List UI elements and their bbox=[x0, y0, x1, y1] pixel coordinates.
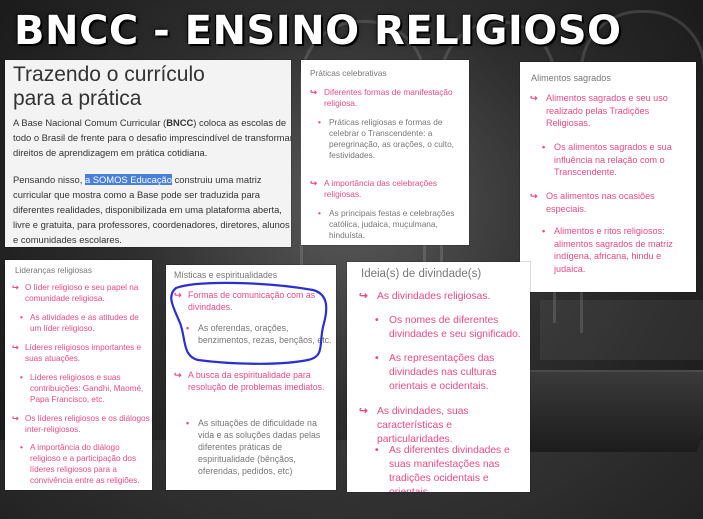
intro-paragraph-2: Pensando nisso, a SOMOS Educação constru… bbox=[13, 174, 290, 245]
bullet-icon: • bbox=[318, 208, 321, 218]
list-item: • As situações de dificuldade na vida e … bbox=[186, 418, 321, 476]
bullet-icon: • bbox=[20, 373, 23, 382]
bullet-icon: • bbox=[542, 226, 546, 236]
list-item: • As diferentes divindades e suas manife… bbox=[375, 445, 510, 492]
ideias-card: Ideia(s) de divindade(s) ↪ As divindades… bbox=[347, 262, 530, 492]
bullet-icon: • bbox=[542, 142, 546, 152]
praticas-heading: Práticas celebrativas bbox=[310, 68, 387, 78]
arrow-icon: ↪ bbox=[530, 93, 538, 103]
misticas-heading: Místicas e espiritualidades bbox=[174, 270, 278, 280]
list-item: • Os alimentos sagrados e sua influência… bbox=[542, 142, 672, 177]
intro-heading-line2: para a prática bbox=[13, 87, 142, 110]
page-title: BNCC - ENSINO RELIGIOSO bbox=[14, 8, 622, 54]
list-item: • Líderes religiosos e suas contribuiçõe… bbox=[20, 373, 144, 404]
bullet-icon: • bbox=[186, 418, 190, 428]
intro-paragraph-1: A Base Nacional Comum Curricular (BNCC) … bbox=[13, 117, 291, 158]
list-item: ↪ Líderes religiosos importantes e suas … bbox=[12, 343, 142, 363]
list-item: ↪ Formas de comunicação com as divindade… bbox=[174, 290, 316, 312]
list-item: • Os nomes de diferentes divindades e se… bbox=[375, 315, 521, 340]
arrow-icon: ↪ bbox=[310, 87, 317, 97]
bullet-icon: • bbox=[375, 353, 379, 364]
alimentos-card: Alimentos sagrados ↪ Alimentos sagrados … bbox=[520, 62, 696, 292]
intro-card: Trazendo o currículo para a prática A Ba… bbox=[5, 60, 291, 247]
list-item: ↪ O líder religioso e seu papel na comun… bbox=[12, 283, 139, 303]
list-item: ↪ A busca da espiritualidade para resolu… bbox=[174, 370, 325, 392]
list-item: • Práticas religiosas e formas de celebr… bbox=[318, 117, 454, 160]
arrow-icon: ↪ bbox=[12, 283, 19, 292]
liderancas-heading: Lideranças religiosas bbox=[15, 266, 92, 275]
liderancas-card: Lideranças religiosas ↪ O líder religios… bbox=[5, 260, 152, 490]
arrow-icon: ↪ bbox=[174, 370, 182, 380]
arrow-icon: ↪ bbox=[310, 178, 317, 188]
bullet-icon: • bbox=[375, 445, 379, 456]
list-item: ↪ Alimentos sagrados e seu uso realizado… bbox=[530, 93, 668, 128]
somos-educacao-highlight[interactable]: a SOMOS Educação bbox=[84, 174, 172, 185]
list-item: ↪ Os alimentos nas ocasiões especiais. bbox=[530, 191, 655, 214]
list-item: • As representações das divindades nas c… bbox=[375, 353, 497, 392]
list-item: ↪ A importância das celebrações religios… bbox=[310, 178, 437, 199]
bullet-icon: • bbox=[375, 315, 379, 326]
intro-heading: Trazendo o currículo para a prática bbox=[13, 63, 205, 111]
list-item: • As atividades e as atitudes de um líde… bbox=[20, 313, 139, 333]
alimentos-heading: Alimentos sagrados bbox=[531, 73, 611, 83]
intro-heading-line1: Trazendo o currículo bbox=[13, 63, 205, 86]
list-item: • As oferendas, orações, benzimentos, re… bbox=[186, 323, 332, 345]
bncc-bold: BNCC bbox=[166, 117, 194, 128]
list-item: • Alimentos e ritos religiosos: alimento… bbox=[542, 226, 673, 274]
list-item: ↪ As divindades religiosas. bbox=[359, 291, 491, 302]
ideias-heading: Ideia(s) de divindade(s) bbox=[361, 268, 482, 280]
list-item: ↪ Diferentes formas de manifestação reli… bbox=[310, 87, 453, 108]
arrow-icon: ↪ bbox=[359, 406, 368, 417]
list-item: ↪ As divindades, suas características e … bbox=[359, 406, 469, 445]
bullet-icon: • bbox=[186, 323, 190, 333]
list-item: ↪ Os líderes religiosos e os diálogos in… bbox=[12, 414, 150, 434]
praticas-card: Práticas celebrativas ↪ Diferentes forma… bbox=[301, 60, 469, 245]
arrow-icon: ↪ bbox=[530, 191, 538, 201]
arrow-icon: ↪ bbox=[12, 343, 19, 352]
misticas-card: Místicas e espiritualidades ↪ Formas de … bbox=[166, 265, 336, 490]
bullet-icon: • bbox=[20, 443, 23, 452]
list-item: • As principais festas e celebrações cat… bbox=[318, 208, 455, 240]
bullet-icon: • bbox=[318, 117, 321, 127]
arrow-icon: ↪ bbox=[12, 414, 19, 423]
list-item: • A importância do diálogo religioso e a… bbox=[20, 443, 140, 485]
arrow-icon: ↪ bbox=[359, 291, 368, 302]
arrow-icon: ↪ bbox=[174, 290, 182, 300]
bullet-icon: • bbox=[20, 313, 23, 322]
